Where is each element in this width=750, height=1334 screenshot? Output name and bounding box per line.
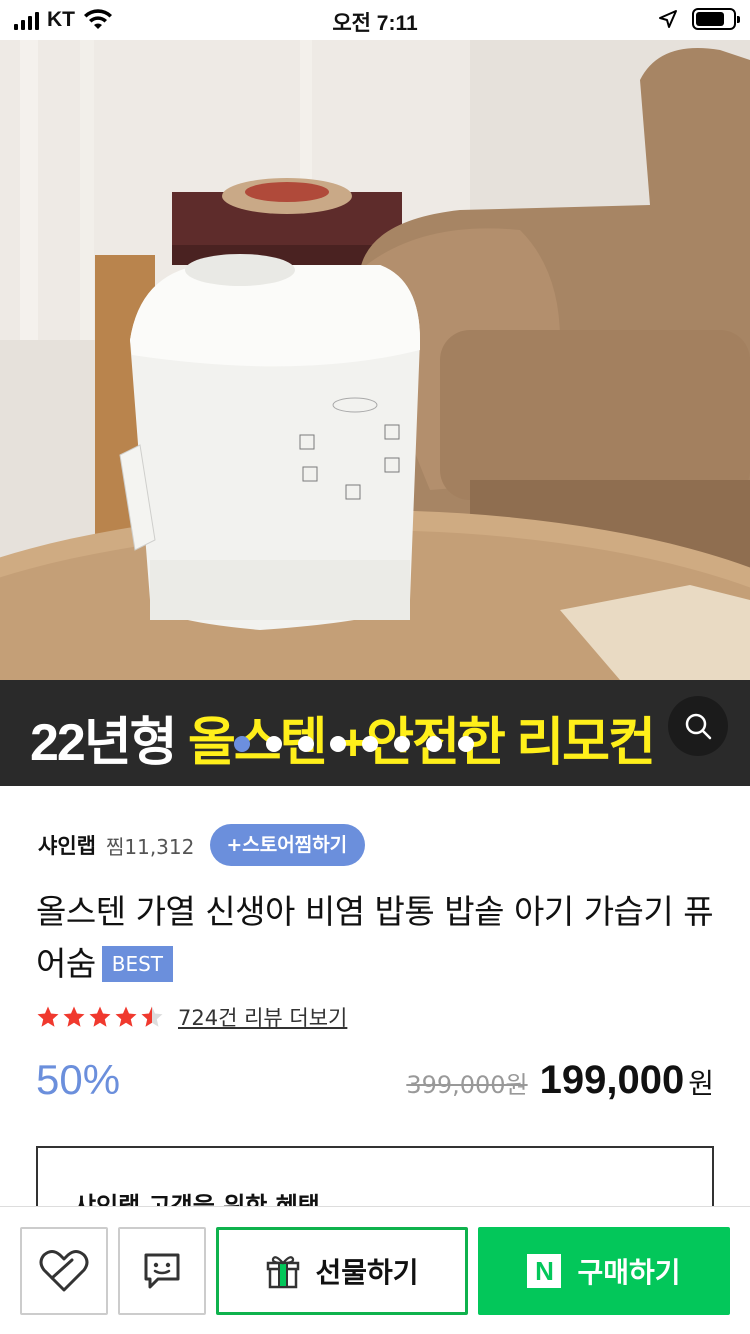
bottom-action-bar: 선물하기 N 구매하기 xyxy=(0,1206,750,1334)
star-icon xyxy=(115,1006,137,1027)
best-badge: BEST xyxy=(101,946,174,982)
rating-row: 724건 리뷰 더보기 xyxy=(36,1002,347,1032)
location-arrow-icon xyxy=(659,10,677,28)
star-icon xyxy=(37,1006,59,1027)
currency-label: 원 xyxy=(688,1067,714,1100)
zoom-button[interactable] xyxy=(668,696,728,756)
star-rating xyxy=(36,1005,164,1029)
gift-label: 선물하기 xyxy=(315,1256,419,1289)
promo-banner: 22년형 올스텐 +안전한 리모컨 xyxy=(0,680,750,786)
store-name[interactable]: 샤인랩 xyxy=(38,830,96,860)
gift-icon xyxy=(267,1256,300,1289)
clock: 오전 7:11 xyxy=(332,12,418,35)
product-title-block: 올스텐 가열 신생아 비염 밥통 밥솥 아기 가습기 퓨어숨 BEST xyxy=(36,886,716,990)
talk-button[interactable] xyxy=(118,1227,206,1315)
sale-price: 199,000 xyxy=(539,1058,685,1102)
price-block: 399,000원 199,000 원 xyxy=(406,1058,714,1103)
original-price: 399,000원 xyxy=(406,1071,528,1099)
carousel-dot[interactable] xyxy=(394,736,410,752)
store-fav-button[interactable]: +스토어찜하기 xyxy=(210,824,366,866)
carousel-dot[interactable] xyxy=(266,736,282,752)
carousel-indicator xyxy=(234,736,474,752)
store-fav-count: 찜11,312 xyxy=(105,834,195,859)
discount-rate: 50% xyxy=(36,1056,121,1103)
review-link[interactable]: 724건 리뷰 더보기 xyxy=(178,1002,347,1032)
heart-icon xyxy=(39,1250,89,1292)
star-icon xyxy=(89,1006,111,1027)
battery-icon xyxy=(692,8,740,30)
store-row: 샤인랩 찜11,312 +스토어찜하기 xyxy=(38,824,366,866)
carousel-dot[interactable] xyxy=(426,736,442,752)
star-icon xyxy=(63,1006,85,1027)
buy-button[interactable]: N 구매하기 xyxy=(478,1227,730,1315)
status-bar: KT 오전 7:11 xyxy=(0,0,750,40)
magnifier-icon xyxy=(685,713,712,740)
carousel-dot[interactable] xyxy=(362,736,378,752)
buy-label: 구매하기 xyxy=(577,1256,681,1289)
wishlist-button[interactable] xyxy=(20,1227,108,1315)
carousel-dot[interactable] xyxy=(330,736,346,752)
carousel-dot[interactable] xyxy=(234,736,250,752)
product-photo xyxy=(0,40,750,680)
half-star-icon xyxy=(141,1006,163,1027)
carousel-dot[interactable] xyxy=(458,736,474,752)
banner-text-white: 22년형 xyxy=(30,714,188,772)
chat-icon xyxy=(144,1253,180,1289)
product-image-carousel[interactable]: 22년형 올스텐 +안전한 리모컨 xyxy=(0,40,750,786)
naver-n-logo: N xyxy=(527,1254,562,1288)
gift-button[interactable]: 선물하기 xyxy=(216,1227,468,1315)
carousel-dot[interactable] xyxy=(298,736,314,752)
